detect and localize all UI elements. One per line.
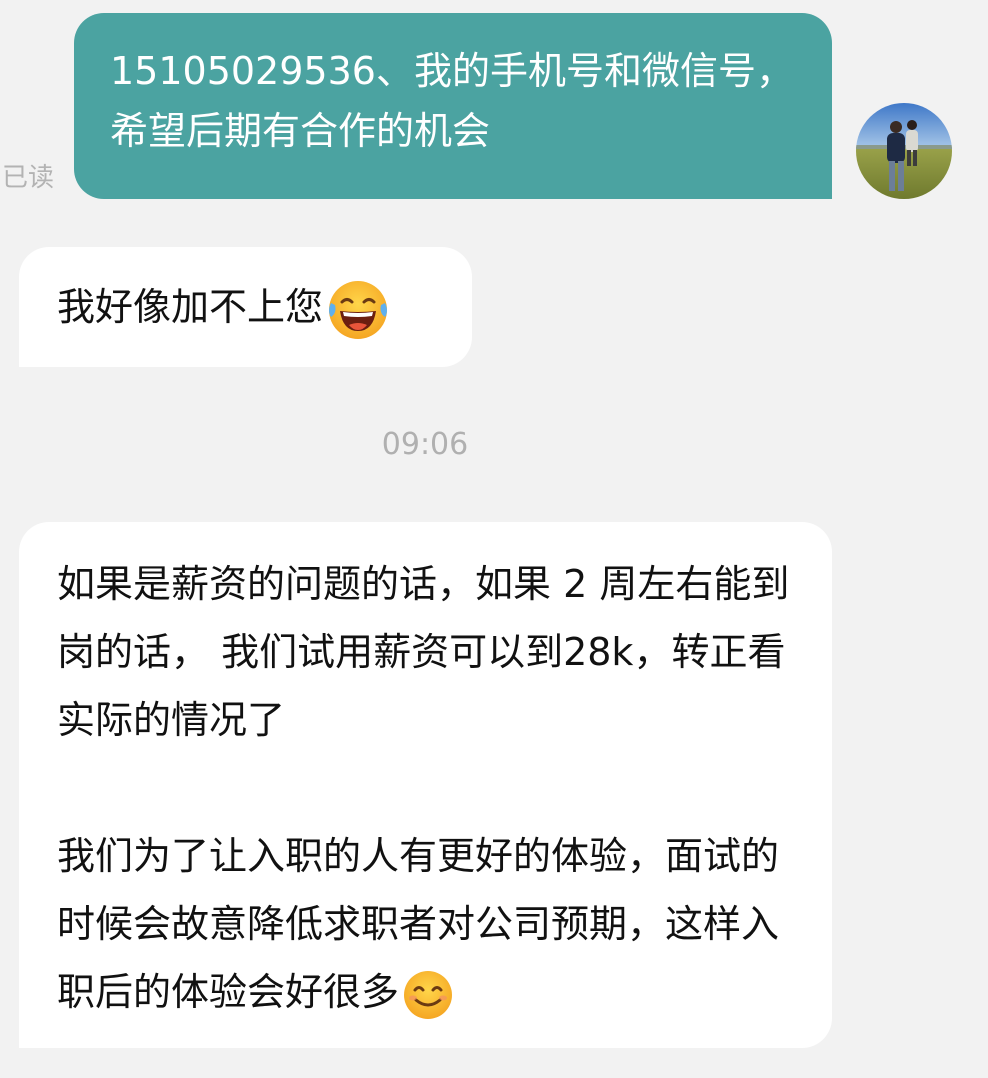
- incoming-message-bubble[interactable]: 我好像加不上您: [19, 247, 472, 367]
- outgoing-message-bubble[interactable]: 15105029536、我的手机号和微信号，希望后期有合作的机会: [74, 13, 832, 199]
- read-status-label: 已读: [2, 163, 55, 193]
- outgoing-message-text: 15105029536、我的手机号和微信号，希望后期有合作的机会: [110, 49, 794, 153]
- message-paragraph-2: 我们为了让入职的人有更好的体验，面试的时候会故意降低求职者对公司预期，这样入职后…: [57, 822, 802, 1026]
- smiling-face-emoji-icon: [401, 968, 455, 1022]
- message-paragraph: 如果是薪资的问题的话，如果 2 周左右能到岗的话， 我们试用薪资可以到28k，转…: [57, 562, 790, 742]
- timestamp: 09:06: [381, 427, 469, 462]
- chat-thread: 15105029536、我的手机号和微信号，希望后期有合作的机会 已读 我好像加…: [0, 0, 988, 1078]
- incoming-message-text: 我好像加不上您: [57, 285, 324, 329]
- avatar-photo-icon: [856, 103, 952, 199]
- avatar[interactable]: [856, 103, 952, 199]
- incoming-message-bubble-long[interactable]: 如果是薪资的问题的话，如果 2 周左右能到岗的话， 我们试用薪资可以到28k，转…: [19, 522, 832, 1048]
- tears-of-joy-emoji-icon: [325, 277, 391, 343]
